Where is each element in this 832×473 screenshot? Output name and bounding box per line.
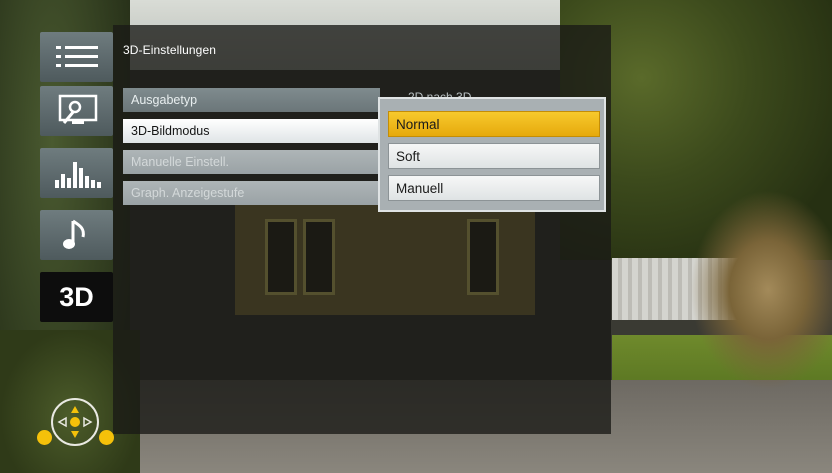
yellow-dot-left — [37, 430, 52, 445]
house-window — [467, 219, 499, 295]
menu-item-ausgabetyp[interactable]: Ausgabetyp — [123, 88, 380, 112]
option-normal[interactable]: Normal — [388, 111, 600, 137]
sidebar-item-menu-list[interactable] — [40, 32, 113, 82]
sidebar-item-3d[interactable]: 3D — [40, 272, 113, 322]
3d-label: 3D — [59, 281, 94, 312]
panel-title: 3D-Einstellungen — [123, 43, 216, 57]
palm-plant — [690, 190, 832, 390]
option-manuell[interactable]: Manuell — [388, 175, 600, 201]
directional-arrows — [57, 406, 93, 438]
equalizer-icon — [54, 162, 101, 188]
directional-pad-icon — [51, 398, 99, 446]
menu-item-manuelle-einstell: Manuelle Einstell. — [123, 150, 380, 174]
sidebar-item-equalizer[interactable] — [40, 148, 113, 198]
sidebar-item-settings[interactable] — [40, 86, 113, 136]
house-facade — [235, 205, 535, 315]
sidebar-item-music[interactable] — [40, 210, 113, 260]
house-window — [303, 219, 335, 295]
list-icon — [55, 46, 98, 67]
menu-item-graph-anzeigestufe: Graph. Anzeigestufe — [123, 181, 380, 205]
bildmodus-dropdown: Normal Soft Manuell — [378, 97, 606, 212]
house-window — [265, 219, 297, 295]
menu-item-3d-bildmodus[interactable]: 3D-Bildmodus — [123, 119, 380, 143]
music-note-icon — [62, 219, 85, 249]
yellow-dot-right — [99, 430, 114, 445]
option-soft[interactable]: Soft — [388, 143, 600, 169]
monitor-wrench-icon — [58, 94, 97, 124]
